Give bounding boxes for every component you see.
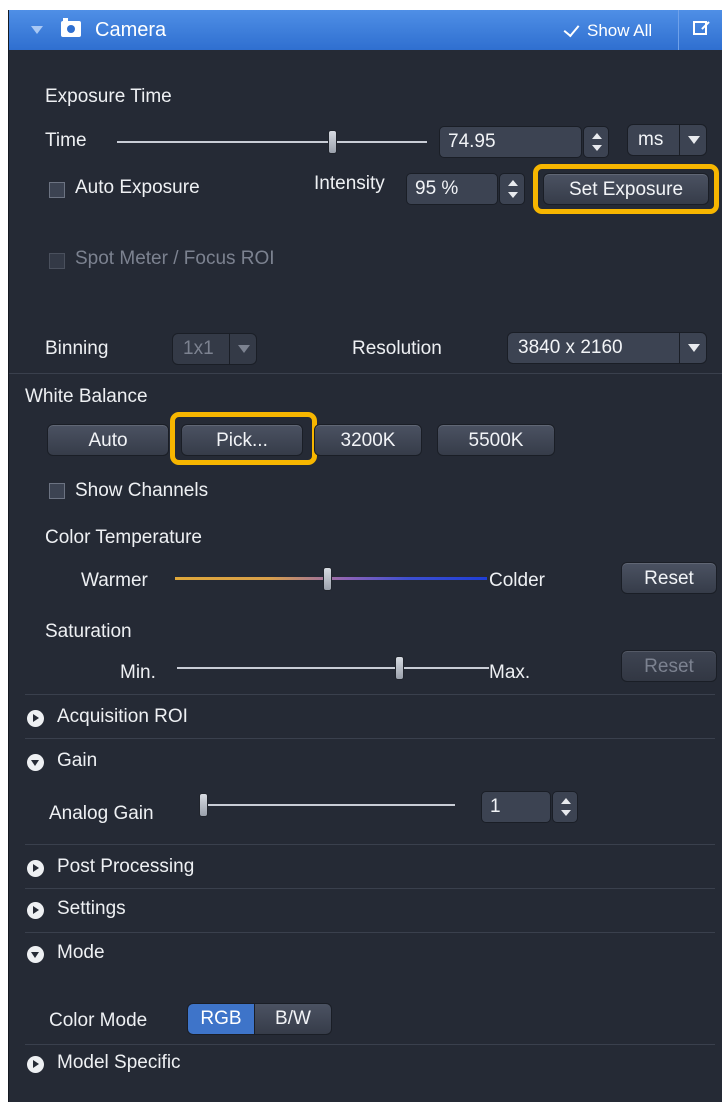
binning-select[interactable]: 1x1	[172, 333, 257, 365]
intensity-spinner[interactable]	[499, 173, 525, 205]
show-all-toggle[interactable]: Show All	[587, 21, 652, 41]
camera-panel: Camera Show All Exposure Time Time 74.95…	[8, 10, 722, 1102]
time-slider[interactable]	[117, 128, 427, 156]
color-temperature-reset-button[interactable]: Reset	[621, 562, 717, 594]
color-temperature-heading: Color Temperature	[45, 527, 203, 548]
panel-title: Camera	[95, 19, 167, 41]
color-mode-rgb[interactable]: RGB	[187, 1003, 255, 1035]
time-label: Time	[45, 130, 87, 151]
binning-label: Binning	[45, 338, 109, 359]
undock-icon[interactable]	[693, 21, 710, 35]
time-unit-value: ms	[638, 129, 664, 150]
analog-gain-label: Analog Gain	[49, 803, 154, 824]
saturation-thumb[interactable]	[395, 656, 404, 680]
section-title: Mode	[57, 942, 105, 963]
expand-icon	[27, 860, 44, 877]
collapse-icon	[27, 754, 44, 771]
section-post-processing[interactable]: Post Processing	[25, 850, 715, 886]
collapse-arrow-icon[interactable]	[31, 26, 43, 34]
expand-icon	[27, 710, 44, 727]
auto-exposure-label: Auto Exposure	[75, 177, 200, 198]
binning-value: 1x1	[183, 338, 214, 359]
spot-meter-checkbox[interactable]	[49, 253, 65, 269]
section-acquisition-roi[interactable]: Acquisition ROI	[25, 700, 715, 736]
section-title: Post Processing	[57, 856, 195, 877]
checkmark-icon	[563, 20, 580, 38]
spot-meter-label: Spot Meter / Focus ROI	[75, 248, 275, 269]
color-temperature-slider[interactable]	[175, 565, 487, 593]
divider	[25, 888, 715, 889]
colder-label: Colder	[489, 570, 545, 591]
intensity-label: Intensity	[314, 173, 385, 194]
pick-highlight	[170, 412, 317, 465]
color-temperature-thumb[interactable]	[323, 567, 332, 591]
wb-3200k-button[interactable]: 3200K	[314, 424, 422, 456]
section-title: Acquisition ROI	[57, 706, 188, 727]
set-exposure-highlight	[533, 164, 719, 214]
show-channels-label: Show Channels	[75, 480, 209, 501]
section-settings[interactable]: Settings	[25, 892, 715, 928]
auto-exposure-checkbox[interactable]	[49, 182, 65, 198]
divider	[25, 1044, 715, 1045]
section-gain[interactable]: Gain	[25, 744, 715, 780]
exposure-time-heading: Exposure Time	[45, 86, 172, 107]
wb-auto-button[interactable]: Auto	[47, 424, 169, 456]
min-label: Min.	[120, 662, 156, 683]
color-mode-bw[interactable]: B/W	[254, 1003, 332, 1035]
divider	[9, 373, 722, 374]
saturation-heading: Saturation	[45, 621, 132, 642]
analog-gain-thumb[interactable]	[199, 793, 208, 817]
panel-titlebar[interactable]: Camera Show All	[9, 10, 722, 50]
analog-gain-spinner[interactable]	[552, 791, 578, 823]
time-unit-select[interactable]: ms	[627, 124, 707, 156]
saturation-reset-button[interactable]: Reset	[621, 650, 717, 682]
divider	[25, 844, 715, 845]
chevron-down-icon	[679, 125, 706, 155]
intensity-field[interactable]: 95 %	[406, 173, 498, 205]
time-value-field[interactable]: 74.95	[439, 126, 582, 158]
chevron-down-icon	[229, 334, 256, 364]
saturation-slider[interactable]	[177, 654, 489, 682]
divider	[25, 932, 715, 933]
max-label: Max.	[489, 662, 531, 683]
section-mode[interactable]: Mode	[25, 936, 715, 972]
analog-gain-slider[interactable]	[199, 791, 455, 819]
divider	[25, 738, 715, 739]
resolution-value: 3840 x 2160	[518, 337, 623, 358]
wb-5500k-button[interactable]: 5500K	[437, 424, 555, 456]
time-slider-thumb[interactable]	[328, 130, 337, 154]
expand-icon	[27, 1056, 44, 1073]
color-mode-label: Color Mode	[49, 1010, 148, 1031]
section-title: Settings	[57, 898, 126, 919]
expand-icon	[27, 902, 44, 919]
white-balance-heading: White Balance	[25, 386, 148, 407]
resolution-select[interactable]: 3840 x 2160	[507, 332, 707, 364]
section-title: Model Specific	[57, 1052, 181, 1073]
divider	[25, 694, 715, 695]
time-spinner[interactable]	[583, 126, 609, 158]
camera-icon	[61, 18, 81, 37]
section-title: Gain	[57, 750, 98, 771]
show-channels-checkbox[interactable]	[49, 483, 65, 499]
chevron-down-icon	[679, 333, 706, 363]
analog-gain-field[interactable]: 1	[481, 791, 551, 823]
resolution-label: Resolution	[352, 338, 442, 359]
section-model-specific[interactable]: Model Specific	[25, 1046, 715, 1082]
collapse-icon	[27, 946, 44, 963]
warmer-label: Warmer	[81, 570, 148, 591]
